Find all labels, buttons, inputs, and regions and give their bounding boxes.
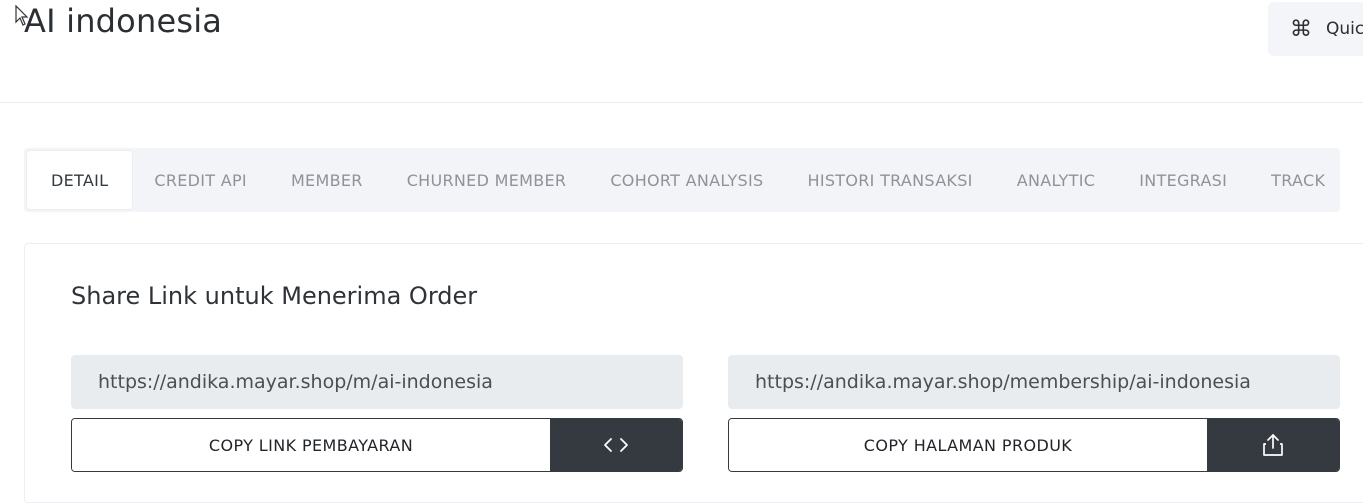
command-icon: ⌘: [1290, 16, 1312, 42]
tab-detail[interactable]: DETAIL: [27, 151, 133, 209]
copy-product-page-button[interactable]: COPY HALAMAN PRODUK: [729, 419, 1207, 471]
tab-integrasi[interactable]: INTEGRASI: [1117, 151, 1249, 209]
tab-churned-member[interactable]: CHURNED MEMBER: [385, 151, 589, 209]
mouse-cursor-icon: [15, 5, 29, 26]
code-icon: [604, 438, 628, 452]
product-link-group: https://andika.mayar.shop/membership/ai-…: [728, 355, 1340, 472]
payment-link-group: https://andika.mayar.shop/m/ai-indonesia…: [71, 355, 683, 472]
page-header: AI indonesia ⌘ Quic: [0, 0, 1363, 103]
payment-button-row: COPY LINK PEMBAYARAN: [71, 418, 683, 472]
embed-code-button[interactable]: [550, 419, 682, 471]
share-link-title: Share Link untuk Menerima Order: [71, 282, 478, 310]
tab-member[interactable]: MEMBER: [269, 151, 385, 209]
tab-cohort-analysis[interactable]: COHORT ANALYSIS: [588, 151, 785, 209]
product-url-field[interactable]: https://andika.mayar.shop/membership/ai-…: [728, 355, 1340, 409]
page-title: AI indonesia: [24, 2, 223, 40]
share-link-card: Share Link untuk Menerima Order https://…: [24, 243, 1363, 503]
tab-analytic[interactable]: ANALYTIC: [995, 151, 1118, 209]
quick-search-label: Quic: [1326, 19, 1363, 39]
product-button-row: COPY HALAMAN PRODUK: [728, 418, 1340, 472]
tab-track[interactable]: TRACK: [1249, 151, 1347, 209]
quick-search-button[interactable]: ⌘ Quic: [1268, 2, 1363, 56]
share-button[interactable]: [1207, 419, 1339, 471]
share-icon: [1263, 434, 1283, 456]
tab-bar: DETAIL CREDIT API MEMBER CHURNED MEMBER …: [24, 148, 1340, 212]
tab-histori-transaksi[interactable]: HISTORI TRANSAKSI: [785, 151, 994, 209]
copy-payment-link-button[interactable]: COPY LINK PEMBAYARAN: [72, 419, 550, 471]
tab-credit-api[interactable]: CREDIT API: [132, 151, 269, 209]
payment-url-field[interactable]: https://andika.mayar.shop/m/ai-indonesia: [71, 355, 683, 409]
